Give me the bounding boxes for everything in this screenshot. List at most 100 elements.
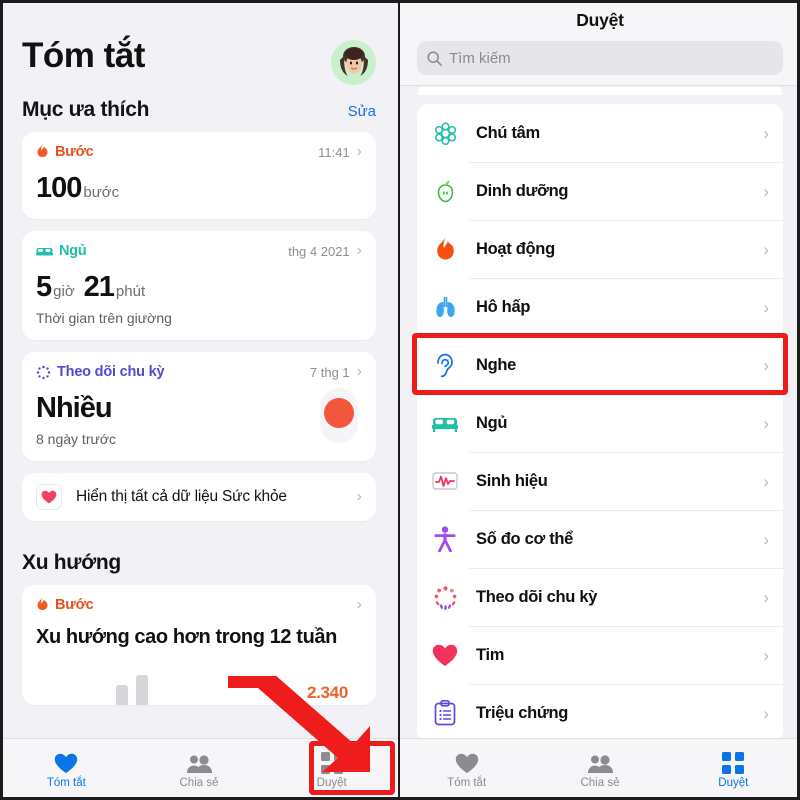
heart-icon — [455, 750, 479, 774]
card-category: Theo dõi chu kỳ — [36, 364, 165, 380]
tab-summary[interactable]: Tóm tắt — [0, 750, 133, 789]
sleep-subtitle: Thời gian trên giường — [36, 310, 172, 326]
flame-icon — [431, 237, 459, 262]
sleep-minutes-unit: phút — [115, 283, 146, 300]
chevron-right-icon: › — [763, 645, 769, 665]
tab-browse[interactable]: Duyệt — [265, 750, 398, 789]
trend-headline: Xu hướng cao hơn trong 12 tuần — [36, 626, 337, 648]
grid-icon — [722, 750, 745, 774]
card-value: Nhiều — [36, 392, 362, 425]
chevron-right-icon: › — [763, 181, 769, 201]
list-item-chu-tam[interactable]: Chú tâm › — [417, 104, 783, 162]
sleep-hours-unit: giờ — [53, 283, 75, 300]
sleep-minutes-value: 21 — [83, 271, 115, 303]
browse-header: Duyệt Tìm kiếm — [400, 0, 800, 86]
trends-title: Xu hướng — [22, 551, 121, 574]
ear-icon — [431, 353, 459, 378]
list-item-label: Nghe — [476, 355, 517, 374]
chevron-right-icon: › — [763, 239, 769, 259]
trend-value: 2.340 — [306, 683, 348, 702]
list-item-label: Tim — [476, 645, 505, 664]
browse-title: Duyệt — [576, 10, 624, 30]
chevron-right-icon: › — [356, 363, 362, 380]
favorite-card-cycle[interactable]: Theo dõi chu kỳ 7 thg 1 › Nhiều 8 ngày t… — [22, 352, 376, 461]
search-icon — [427, 50, 442, 66]
trend-bar — [136, 675, 148, 705]
list-item-label: Theo dõi chu kỳ — [476, 587, 598, 606]
chevron-right-icon: › — [763, 587, 769, 607]
card-header: Theo dõi chu kỳ 7 thg 1 › — [36, 364, 362, 380]
chevron-right-icon: › — [356, 488, 362, 505]
tab-browse[interactable]: Duyệt — [667, 750, 800, 789]
search-input[interactable]: Tìm kiếm — [417, 41, 783, 75]
summary-scroll-area[interactable]: Tóm tắt Mục ưa thích Sửa Bước 11:41 › 10… — [0, 0, 398, 738]
chevron-right-icon: › — [763, 123, 769, 143]
chevron-right-icon: › — [356, 596, 362, 613]
flame-icon — [37, 144, 48, 157]
card-header: Bước 11:41 › — [36, 144, 362, 160]
card-value: 100 bước — [36, 172, 362, 205]
steps-value: 100 — [36, 172, 82, 204]
people-icon — [186, 750, 212, 774]
list-item-sinh-hieu[interactable]: Sinh hiệu › — [417, 452, 783, 510]
tab-sharing[interactable]: Chia sẻ — [133, 750, 266, 789]
trends-header: Xu hướng — [22, 551, 376, 575]
card-value: 5 giờ 21 phút — [36, 271, 362, 304]
brain-icon — [431, 121, 459, 146]
card-time: 11:41 — [318, 144, 350, 160]
browse-category-list: Chú tâm › Dinh dưỡng › Hoạt động › Hô hấ… — [417, 104, 783, 738]
favorite-card-sleep[interactable]: Ngủ thg 4 2021 › 5 giờ 21 phút Thời gian… — [22, 231, 376, 340]
list-item-ngu[interactable]: Ngủ › — [417, 394, 783, 452]
list-item-tim[interactable]: Tim › — [417, 626, 783, 684]
favorites-header: Mục ưa thích Sửa — [22, 98, 376, 122]
body-icon — [431, 526, 459, 552]
list-item-label: Chú tâm — [476, 123, 540, 142]
tabbar-left: Tóm tắt Chia sẻ Duyệt — [0, 738, 398, 800]
list-item-theo-doi-chu-ky[interactable]: Theo dõi chu kỳ › — [417, 568, 783, 626]
lungs-icon — [431, 295, 459, 319]
browse-screen: Duyệt Tìm kiếm Chú tâm › Dinh dưỡng › Ho… — [400, 0, 800, 800]
tab-sharing[interactable]: Chia sẻ — [533, 750, 666, 789]
list-item-trieu-chung[interactable]: Triệu chứng › — [417, 684, 783, 738]
tab-label: Tóm tắt — [447, 777, 487, 789]
avatar[interactable] — [331, 40, 376, 85]
summary-screen: Tóm tắt Mục ưa thích Sửa Bước 11:41 › 10… — [0, 0, 400, 800]
show-all-health-data-row[interactable]: Hiển thị tất cả dữ liệu Sức khỏe › — [22, 473, 376, 521]
list-item-hoat-dong[interactable]: Hoạt động › — [417, 220, 783, 278]
list-item-label: Hoạt động — [476, 239, 555, 258]
tab-summary[interactable]: Tóm tắt — [400, 750, 533, 789]
bed-icon — [36, 247, 53, 255]
frame-border-left — [0, 0, 3, 800]
chevron-right-icon: › — [763, 355, 769, 375]
list-item-label: Sinh hiệu — [476, 471, 548, 490]
apple-icon — [431, 179, 459, 204]
list-item-dinh-duong[interactable]: Dinh dưỡng › — [417, 162, 783, 220]
trend-category: Bước — [36, 597, 94, 613]
list-item-label: Ngủ — [476, 413, 508, 432]
cycle-subtitle: 8 ngày trước — [36, 431, 117, 447]
tab-label: Duyệt — [718, 777, 749, 789]
edit-favorites-button[interactable]: Sửa — [348, 103, 376, 120]
card-category-label: Theo dõi chu kỳ — [57, 364, 165, 380]
trend-card-steps[interactable]: Bước › Xu hướng cao hơn trong 12 tuần 2.… — [22, 585, 376, 705]
list-item-so-do-co-the[interactable]: Số đo cơ thể › — [417, 510, 783, 568]
flame-icon — [37, 597, 48, 610]
list-item-nghe[interactable]: Nghe › — [417, 336, 783, 394]
cycle-icon — [431, 585, 459, 610]
browse-list-scroll[interactable]: Chú tâm › Dinh dưỡng › Hoạt động › Hô hấ… — [400, 87, 800, 738]
list-item-label: Số đo cơ thể — [476, 529, 574, 548]
card-category-label: Ngủ — [59, 243, 87, 259]
frame-border-top — [0, 0, 800, 3]
trend-bar — [116, 685, 128, 705]
card-meta: thg 4 2021 › — [288, 243, 362, 259]
show-all-label: Hiển thị tất cả dữ liệu Sức khỏe — [76, 488, 287, 505]
cycle-value: Nhiều — [36, 392, 113, 424]
chevron-right-icon: › — [763, 703, 769, 723]
screenshot-root: Tóm tắt Mục ưa thích Sửa Bước 11:41 › 10… — [0, 0, 800, 800]
list-item-label: Triệu chứng — [476, 703, 569, 722]
steps-unit: bước — [83, 184, 120, 201]
favorite-card-steps[interactable]: Bước 11:41 › 100 bước — [22, 132, 376, 219]
list-item-ho-hap[interactable]: Hô hấp › — [417, 278, 783, 336]
chevron-right-icon: › — [356, 143, 362, 160]
tab-label: Chia sẻ — [580, 777, 620, 789]
